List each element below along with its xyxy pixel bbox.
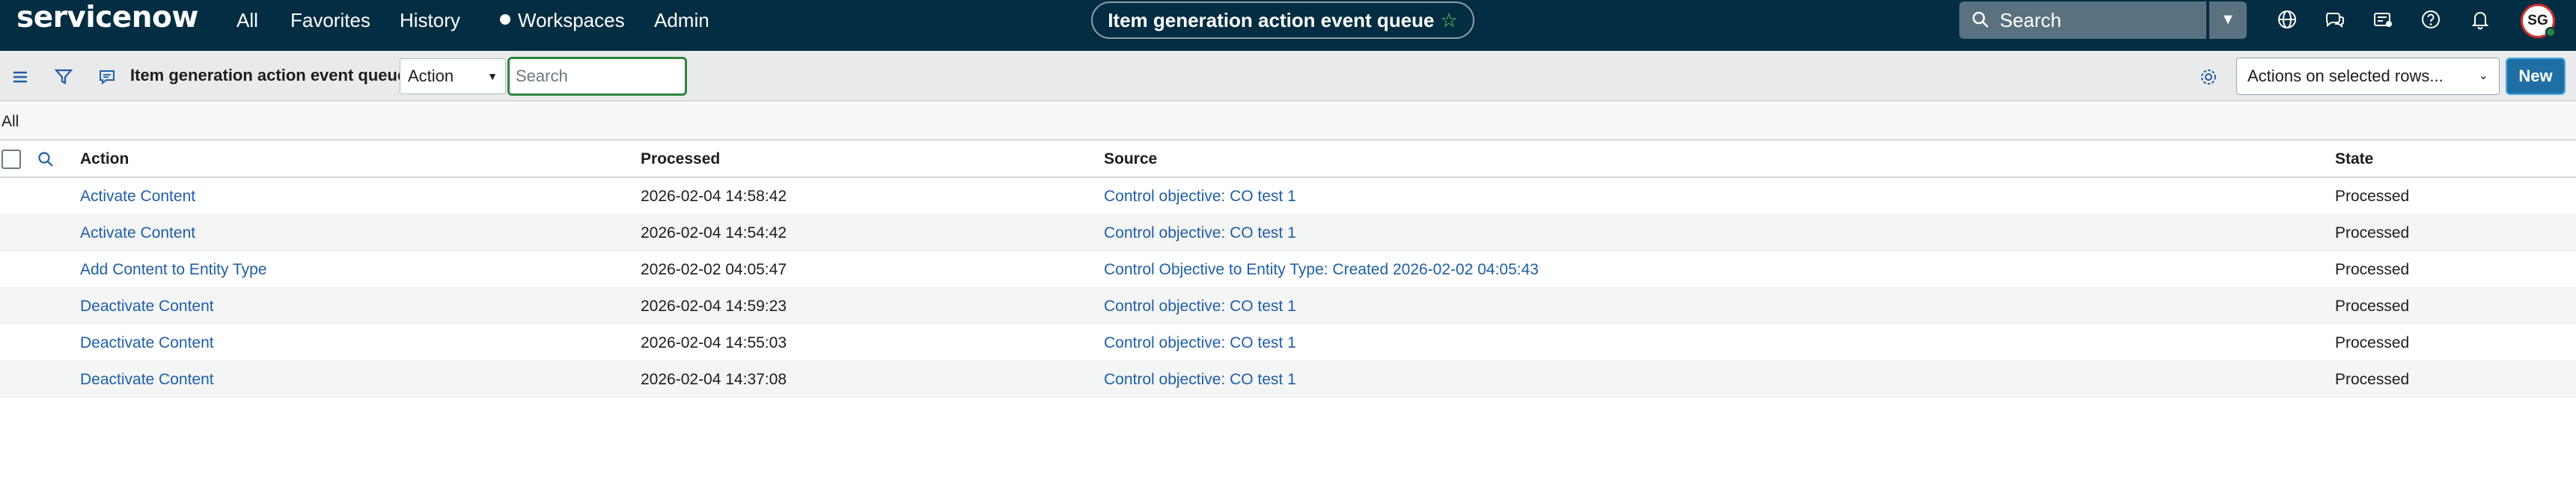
processed-cell: 2026-02-04 14:54:42 (641, 224, 787, 242)
table-row: Deactivate Content 2026-02-04 14:55:03 C… (0, 325, 2576, 361)
search-field-select[interactable]: Action ▼ (400, 58, 506, 94)
nav-workspaces[interactable]: Workspaces (500, 7, 625, 33)
context-title-pill[interactable]: Item generation action event queue ☆ (1091, 1, 1474, 39)
table-row: Deactivate Content 2026-02-04 14:37:08 C… (0, 361, 2576, 398)
new-button[interactable]: New (2506, 58, 2566, 95)
filter-icon[interactable] (54, 67, 73, 87)
list-title: Item generation action event queue (130, 66, 407, 84)
processed-cell: 2026-02-04 14:59:23 (641, 298, 787, 315)
state-cell: Processed (2335, 224, 2410, 242)
processed-cell: 2026-02-02 04:05:47 (641, 261, 787, 278)
column-header-source[interactable]: Source (1104, 141, 1157, 178)
column-header-action[interactable]: Action (80, 141, 129, 178)
state-cell: Processed (2335, 261, 2410, 278)
breadcrumb: All (0, 103, 2576, 141)
global-search-placeholder: Search (2000, 9, 2062, 31)
state-cell: Processed (2335, 371, 2410, 388)
hamburger-menu-icon[interactable] (10, 67, 30, 87)
servicenow-logo[interactable]: servicenow (16, 3, 198, 33)
caret-down-icon: ▼ (487, 70, 498, 82)
user-avatar[interactable]: SG (2521, 4, 2556, 38)
state-cell: Processed (2335, 298, 2410, 315)
chevron-down-icon: ⌄ (2478, 70, 2488, 82)
nav-workspaces-label: Workspaces (518, 9, 625, 31)
source-link[interactable]: Control objective: CO test 1 (1104, 361, 1296, 398)
select-all-checkbox[interactable] (1, 150, 21, 169)
search-scope-dropdown[interactable]: ▼ (2209, 1, 2247, 39)
table-row: Activate Content 2026-02-04 14:58:42 Con… (0, 178, 2576, 215)
chat-icon[interactable] (2323, 7, 2347, 31)
action-link[interactable]: Add Content to Entity Type (80, 251, 266, 288)
state-cell: Processed (2335, 188, 2410, 205)
source-link[interactable]: Control objective: CO test 1 (1104, 215, 1296, 251)
processed-cell: 2026-02-04 14:55:03 (641, 334, 787, 351)
star-favorite-icon[interactable]: ☆ (1441, 9, 1458, 31)
breadcrumb-all[interactable]: All (1, 113, 19, 130)
table-header: Action Processed Source State (0, 141, 2576, 178)
chat-bubble-icon[interactable] (97, 67, 117, 87)
column-header-processed[interactable]: Processed (641, 141, 720, 178)
globe-icon[interactable] (2275, 7, 2299, 31)
column-search-icon[interactable] (36, 150, 55, 169)
search-icon (1972, 11, 1989, 28)
selected-rows-actions-select[interactable]: Actions on selected rows... ⌄ (2236, 58, 2500, 95)
nav-favorites[interactable]: Favorites (290, 7, 370, 33)
state-cell: Processed (2335, 334, 2410, 351)
column-header-state[interactable]: State (2335, 141, 2373, 178)
page-title: Item generation action event queue (1108, 9, 1435, 31)
source-link[interactable]: Control objective: CO test 1 (1104, 325, 1296, 361)
gear-icon[interactable] (2199, 67, 2218, 87)
avatar-initials: SG (2527, 13, 2548, 28)
chevron-down-icon: ▼ (2221, 11, 2235, 28)
source-link[interactable]: Control objective: CO test 1 (1104, 288, 1296, 325)
table-row: Deactivate Content 2026-02-04 14:59:23 C… (0, 288, 2576, 325)
nav-history[interactable]: History (400, 7, 460, 33)
records-table: Action Processed Source State Activate C… (0, 141, 2576, 398)
processed-cell: 2026-02-04 14:37:08 (641, 371, 787, 388)
action-link[interactable]: Activate Content (80, 178, 195, 215)
list-toolbar: Item generation action event queue Actio… (0, 51, 2576, 102)
help-icon[interactable] (2419, 7, 2443, 31)
table-row: Add Content to Entity Type 2026-02-02 04… (0, 251, 2576, 288)
bell-icon[interactable] (2468, 7, 2492, 31)
top-navigation-bar: servicenow All Favorites History Workspa… (0, 0, 2576, 51)
workspace-dot-icon (500, 14, 510, 25)
selected-rows-actions-value: Actions on selected rows... (2247, 67, 2444, 85)
action-link[interactable]: Deactivate Content (80, 325, 214, 361)
source-link[interactable]: Control objective: CO test 1 (1104, 178, 1296, 215)
inbox-icon[interactable] (2371, 7, 2395, 31)
source-link[interactable]: Control Objective to Entity Type: Create… (1104, 251, 1539, 288)
table-row: Activate Content 2026-02-04 14:54:42 Con… (0, 215, 2576, 251)
presence-badge (2545, 27, 2556, 37)
list-search-input[interactable] (507, 57, 687, 96)
action-link[interactable]: Deactivate Content (80, 288, 214, 325)
processed-cell: 2026-02-04 14:58:42 (641, 188, 787, 205)
action-link[interactable]: Activate Content (80, 215, 195, 251)
nav-all[interactable]: All (236, 7, 258, 33)
action-link[interactable]: Deactivate Content (80, 361, 214, 398)
nav-admin[interactable]: Admin (654, 7, 709, 33)
search-field-value: Action (408, 67, 454, 85)
global-search-input[interactable]: Search (1959, 1, 2206, 39)
